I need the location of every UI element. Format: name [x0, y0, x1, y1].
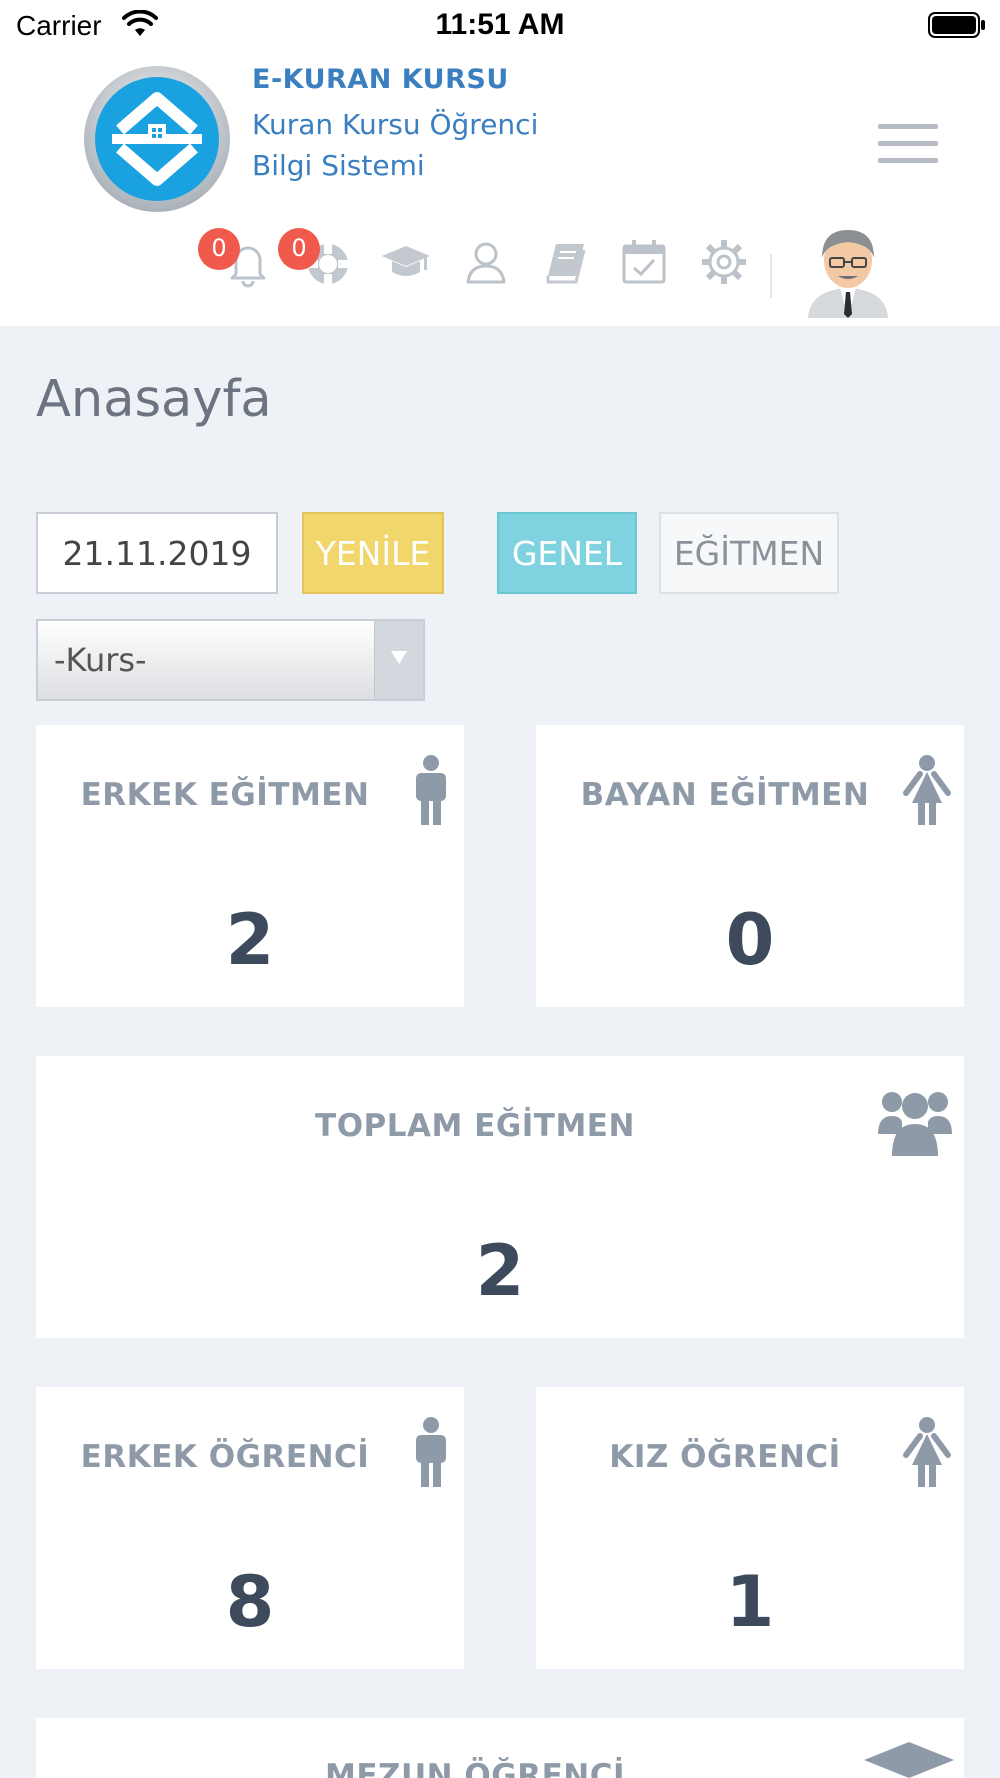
page-title: Anasayfa [36, 370, 272, 429]
stat-value: 0 [725, 899, 775, 981]
date-input[interactable]: 21.11.2019 [36, 512, 278, 594]
book-icon[interactable] [540, 236, 592, 288]
top-nav-icons: 0 0 [0, 206, 1000, 326]
stat-label: MEZUN ÖĞRENCİ [325, 1758, 625, 1778]
avatar[interactable] [800, 218, 896, 318]
course-select-value: -Kurs- [54, 641, 147, 679]
stat-label: BAYAN EĞİTMEN [580, 777, 870, 813]
stat-card-total-teacher: TOPLAM EĞİTMEN 2 [36, 1056, 964, 1338]
logo-icon [84, 66, 230, 212]
app-header: E-KURAN KURSU Kuran Kursu Öğrenci Bilgi … [0, 50, 1000, 326]
support-badge: 0 [278, 228, 320, 270]
course-select[interactable]: -Kurs- [36, 619, 425, 701]
app-subtitle: Kuran Kursu Öğrenci Bilgi Sistemi [252, 108, 539, 182]
group-icon [878, 1092, 952, 1156]
male-icon [416, 1417, 446, 1487]
stat-label: KIZ ÖĞRENCİ [609, 1439, 841, 1475]
male-icon [416, 755, 446, 825]
stat-label: ERKEK ÖĞRENCİ [80, 1439, 370, 1475]
stat-card-female-teacher: BAYAN EĞİTMEN 0 [536, 725, 964, 1007]
general-tab-button[interactable]: GENEL [497, 512, 637, 594]
stat-label: TOPLAM EĞİTMEN [315, 1108, 635, 1144]
stat-card-graduate-student: MEZUN ÖĞRENCİ [36, 1718, 964, 1778]
stat-card-female-student: KIZ ÖĞRENCİ 1 [536, 1387, 964, 1669]
stat-value: 2 [475, 1230, 525, 1312]
teacher-tab-button[interactable]: EĞİTMEN [659, 512, 839, 594]
chevron-down-icon [374, 621, 423, 699]
stat-value: 1 [725, 1561, 775, 1643]
female-icon [903, 755, 951, 825]
menu-icon[interactable] [878, 124, 938, 168]
gear-icon[interactable] [698, 236, 750, 288]
nav-divider [770, 254, 772, 298]
graduation-cap-icon[interactable] [380, 236, 432, 288]
stat-label: ERKEK EĞİTMEN [80, 777, 370, 813]
notification-badge: 0 [198, 228, 240, 270]
stat-value: 8 [225, 1561, 275, 1643]
graduation-cap-icon [864, 1742, 954, 1778]
battery-icon [928, 12, 985, 38]
calendar-check-icon[interactable] [618, 236, 670, 288]
stat-card-male-student: ERKEK ÖĞRENCİ 8 [36, 1387, 464, 1669]
refresh-button[interactable]: YENİLE [302, 512, 444, 594]
status-bar: Carrier 11:51 AM [0, 0, 1000, 50]
stat-card-male-teacher: ERKEK EĞİTMEN 2 [36, 725, 464, 1007]
status-time: 11:51 AM [435, 8, 565, 41]
user-icon[interactable] [460, 236, 512, 288]
female-icon [903, 1417, 951, 1487]
app-title: E-KURAN KURSU [252, 64, 509, 95]
stat-value: 2 [225, 899, 275, 981]
